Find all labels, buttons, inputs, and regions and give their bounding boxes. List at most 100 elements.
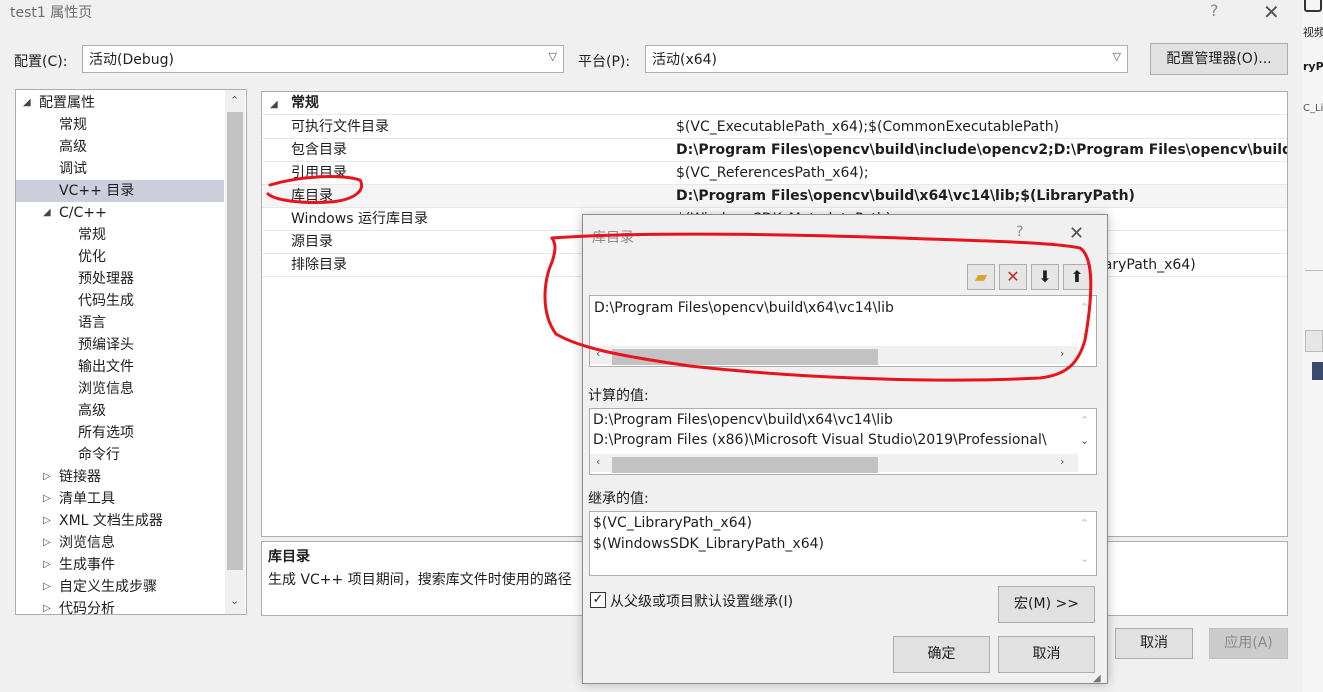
- tree-item-label: 预处理器: [78, 271, 134, 287]
- tree-item[interactable]: ◢ 配置属性: [16, 92, 224, 114]
- tree-item[interactable]: ▷ XML 文档生成器: [16, 510, 224, 532]
- tree-item[interactable]: ▷ 清单工具: [16, 488, 224, 510]
- tree-item-label: 调试: [59, 161, 87, 177]
- dialog-cancel-button[interactable]: 取消: [998, 636, 1095, 673]
- strip-divider: [1305, 270, 1323, 271]
- window-title: test1 属性页: [10, 5, 93, 21]
- tree-item[interactable]: VC++ 目录: [16, 180, 224, 202]
- tree-item-label: 自定义生成步骤: [59, 579, 157, 595]
- scroll-left-icon[interactable]: ‹: [596, 347, 600, 360]
- tree-item[interactable]: 所有选项: [16, 422, 224, 444]
- tree-item[interactable]: 预编译头: [16, 334, 224, 356]
- config-manager-button[interactable]: 配置管理器(O)...: [1150, 43, 1288, 75]
- scroll-down-icon[interactable]: ⌄: [1080, 434, 1089, 447]
- config-select[interactable]: 活动(Debug) ▽: [82, 45, 564, 73]
- apply-button[interactable]: 应用(A): [1209, 628, 1288, 659]
- tree-item[interactable]: 高级: [16, 400, 224, 422]
- scroll-up-icon[interactable]: ⌃: [1080, 414, 1089, 427]
- description-text: 生成 VC++ 项目期间，搜索库文件时使用的路径: [268, 572, 572, 588]
- tree-item[interactable]: 输出文件: [16, 356, 224, 378]
- table-row[interactable]: 引用目录 $(VC_ReferencesPath_x64);: [262, 162, 1287, 185]
- scroll-right-icon[interactable]: ›: [1060, 347, 1064, 360]
- tree-item-label: XML 文档生成器: [59, 513, 163, 529]
- entries-list[interactable]: D:\Program Files\opencv\build\x64\vc14\l…: [589, 295, 1097, 367]
- computed-hscrollbar[interactable]: ‹ ›: [590, 454, 1078, 473]
- list-item: $(WindowsSDK_LibraryPath_x64): [593, 536, 824, 552]
- close-button[interactable]: ✕: [1263, 0, 1280, 24]
- inherit-checkbox-label[interactable]: 从父级或项目默认设置继承(I): [610, 591, 793, 611]
- collapsed-arrow-icon[interactable]: ▷: [43, 488, 51, 510]
- collapsed-arrow-icon[interactable]: ▷: [43, 576, 51, 598]
- tree-item-label: 优化: [78, 249, 106, 265]
- expanded-arrow-icon[interactable]: ◢: [23, 92, 31, 114]
- tree-item[interactable]: 浏览信息: [16, 378, 224, 400]
- collapsed-arrow-icon[interactable]: ▷: [43, 554, 51, 576]
- section-label: 常规: [291, 95, 319, 111]
- tree-item[interactable]: 常规: [16, 114, 224, 136]
- macro-button[interactable]: 宏(M) >>: [998, 586, 1095, 623]
- expanded-arrow-icon[interactable]: ◢: [43, 202, 51, 224]
- tree-item[interactable]: ▷ 浏览信息: [16, 532, 224, 554]
- scroll-up-icon[interactable]: ⌃: [1080, 517, 1089, 530]
- computed-list: D:\Program Files\opencv\build\x64\vc14\l…: [589, 408, 1097, 475]
- dialog-help-button[interactable]: ?: [1016, 224, 1023, 240]
- row-value: $(VC_ExecutablePath_x64);$(CommonExecuta…: [676, 119, 1060, 135]
- platform-select[interactable]: 活动(x64) ▽: [645, 45, 1128, 73]
- tree-item[interactable]: ▷ 代码分析: [16, 598, 224, 614]
- collapsed-arrow-icon[interactable]: ▷: [43, 466, 51, 488]
- scroll-up-icon[interactable]: ⌃: [230, 94, 239, 107]
- collapsed-arrow-icon[interactable]: ▷: [43, 598, 51, 614]
- scroll-up-icon[interactable]: ⌃: [1080, 301, 1089, 314]
- tree-item[interactable]: ▷ 自定义生成步骤: [16, 576, 224, 598]
- entries-hscrollbar[interactable]: ‹ ›: [590, 346, 1078, 365]
- computed-hscroll-thumb[interactable]: [612, 457, 878, 473]
- tree-item[interactable]: ◢ C/C++: [16, 202, 224, 224]
- library-directories-dialog: 库目录 ? ✕ ▰ ✕ ⬇ ⬆ D:\Program Files\opencv\…: [582, 214, 1108, 684]
- tree-item[interactable]: 常规: [16, 224, 224, 246]
- platform-select-value: 活动(x64): [652, 52, 718, 68]
- tree-item[interactable]: 命令行: [16, 444, 224, 466]
- scroll-right-icon[interactable]: ›: [1060, 455, 1064, 468]
- collapsed-arrow-icon[interactable]: ▷: [43, 510, 51, 532]
- grid-section-header[interactable]: ◢ 常规: [262, 92, 1287, 116]
- chevron-down-icon: ▽: [1112, 50, 1121, 63]
- chevron-down-icon: ▽: [548, 50, 557, 63]
- cancel-button[interactable]: 取消: [1115, 628, 1193, 659]
- table-row[interactable]: 包含目录 D:\Program Files\opencv\build\inclu…: [262, 139, 1287, 162]
- table-row[interactable]: 可执行文件目录 $(VC_ExecutablePath_x64);$(Commo…: [262, 116, 1287, 139]
- move-down-button[interactable]: ⬇: [1031, 264, 1059, 290]
- row-name: 排除目录: [291, 257, 347, 273]
- help-button[interactable]: ?: [1210, 1, 1219, 20]
- tree-item[interactable]: 代码生成: [16, 290, 224, 312]
- dialog-close-button[interactable]: ✕: [1069, 223, 1084, 244]
- delete-button[interactable]: ✕: [999, 264, 1027, 290]
- tree-item[interactable]: 调试: [16, 158, 224, 180]
- new-line-button[interactable]: ▰: [967, 264, 995, 290]
- scroll-left-icon[interactable]: ‹: [596, 455, 600, 468]
- tree-item[interactable]: 优化: [16, 246, 224, 268]
- tree-item[interactable]: ▷ 链接器: [16, 466, 224, 488]
- ok-button[interactable]: 确定: [893, 636, 990, 673]
- move-up-button[interactable]: ⬆: [1063, 264, 1091, 290]
- tree-item[interactable]: ▷ 生成事件: [16, 554, 224, 576]
- table-row[interactable]: 库目录 D:\Program Files\opencv\build\x64\vc…: [262, 185, 1287, 208]
- folder-add-icon: ▰: [974, 267, 988, 286]
- tree-item[interactable]: 高级: [16, 136, 224, 158]
- scroll-down-icon[interactable]: ⌄: [1080, 552, 1089, 565]
- scroll-down-icon[interactable]: ⌄: [1080, 326, 1089, 339]
- tree-item-label: 预编译头: [78, 337, 134, 353]
- collapse-arrow-icon[interactable]: ◢: [270, 93, 278, 116]
- strip-box: [1305, 330, 1323, 352]
- tree-item[interactable]: 预处理器: [16, 268, 224, 290]
- row-name: Windows 运行库目录: [291, 211, 428, 227]
- inherit-checkbox[interactable]: ✓: [590, 592, 606, 608]
- entries-hscroll-thumb[interactable]: [612, 349, 878, 365]
- tree-item[interactable]: 语言: [16, 312, 224, 334]
- list-item: D:\Program Files\opencv\build\x64\vc14\l…: [593, 412, 893, 428]
- scroll-down-icon[interactable]: ⌄: [230, 594, 239, 607]
- list-item[interactable]: D:\Program Files\opencv\build\x64\vc14\l…: [594, 300, 894, 316]
- strip-text: C_Lib: [1303, 103, 1323, 114]
- tree-scroll-thumb[interactable]: [227, 112, 243, 570]
- resize-grip-icon[interactable]: ◢: [1093, 673, 1101, 684]
- collapsed-arrow-icon[interactable]: ▷: [43, 532, 51, 554]
